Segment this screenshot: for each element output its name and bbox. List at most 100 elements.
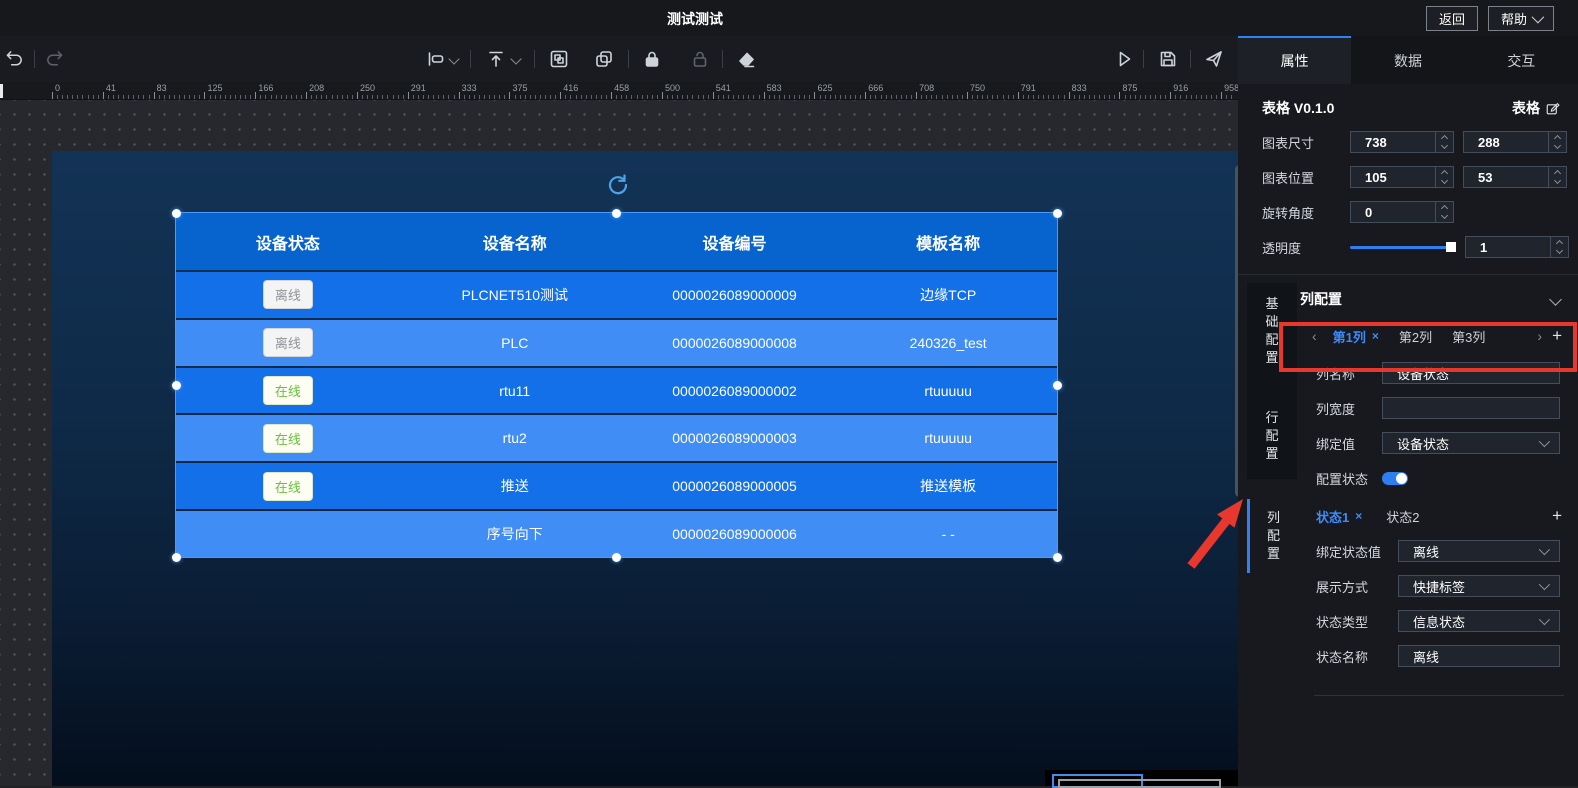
add-column-button[interactable]: + xyxy=(1552,326,1566,346)
preview-play-icon[interactable] xyxy=(1112,47,1136,71)
panel-tab-数据[interactable]: 数据 xyxy=(1351,36,1464,84)
stepper-buttons[interactable] xyxy=(1548,132,1566,152)
template-name-cell: 240326_test xyxy=(839,320,1057,366)
publish-send-icon[interactable] xyxy=(1202,47,1226,71)
undo-icon[interactable] xyxy=(2,47,26,71)
minimap[interactable] xyxy=(1045,770,1240,786)
selection-handle[interactable] xyxy=(612,553,621,562)
chart-width-input[interactable]: 738 xyxy=(1350,131,1454,153)
side-tab-行配置[interactable]: 行配置 xyxy=(1247,409,1297,463)
ruler-tick-label: 541 xyxy=(716,83,731,93)
edit-icon[interactable] xyxy=(1545,101,1560,116)
device-name-cell: 序号向下 xyxy=(400,511,630,557)
add-state-button[interactable]: + xyxy=(1552,506,1566,526)
ruler-minor-tick xyxy=(382,95,383,99)
back-button[interactable]: 返回 xyxy=(1426,6,1478,31)
state-tab-状态2[interactable]: 状态2 xyxy=(1386,507,1419,526)
table-row[interactable]: 离线PLC0000026089000008240326_test xyxy=(176,320,1057,366)
ruler-major-tick xyxy=(52,92,53,99)
ruler-minor-tick xyxy=(504,95,505,99)
chart-x-input[interactable]: 105 xyxy=(1350,166,1454,188)
ruler-minor-tick xyxy=(1191,95,1192,99)
chart-y-input[interactable]: 53 xyxy=(1463,166,1567,188)
stepper-buttons[interactable] xyxy=(1435,167,1453,187)
table-row[interactable]: 在线rtu110000026089000002rtuuuuu xyxy=(176,368,1057,414)
selection-handle[interactable] xyxy=(172,553,181,562)
stepper-buttons[interactable] xyxy=(1548,167,1566,187)
selection-handle[interactable] xyxy=(172,381,181,390)
lock-icon[interactable] xyxy=(640,47,664,71)
eraser-icon[interactable] xyxy=(734,47,758,71)
ruler-minor-tick xyxy=(825,95,826,99)
side-tab-基础配置[interactable]: 基础配置 xyxy=(1247,295,1297,367)
canvas-page[interactable]: 设备状态设备名称设备编号模板名称 离线PLCNET510测试0000026089… xyxy=(52,151,1238,786)
table-header-cell: 设备名称 xyxy=(400,213,630,270)
opacity-slider[interactable] xyxy=(1350,236,1456,258)
chevron-down-icon[interactable] xyxy=(1549,293,1562,306)
opacity-input[interactable]: 1 xyxy=(1465,236,1569,258)
table-row[interactable]: 在线rtu20000026089000003rtuuuuu xyxy=(176,415,1057,461)
tabs-scroll-left-icon[interactable]: ‹ xyxy=(1306,328,1323,344)
workspace[interactable]: 设备状态设备名称设备编号模板名称 离线PLCNET510测试0000026089… xyxy=(0,100,1238,786)
bind-value-select[interactable]: 设备状态 xyxy=(1382,432,1560,454)
stepper-buttons[interactable] xyxy=(1550,237,1568,257)
table-row[interactable]: 序号向下0000026089000006- - xyxy=(176,511,1057,557)
rotate-handle-icon[interactable] xyxy=(605,172,631,198)
chevron-down-icon[interactable] xyxy=(448,53,459,64)
column-tab-第2列[interactable]: 第2列 xyxy=(1399,327,1432,346)
status-cell: 在线 xyxy=(176,368,400,414)
ruler-minor-tick xyxy=(1109,95,1110,99)
status-badge: 离线 xyxy=(263,280,313,309)
selection-handle[interactable] xyxy=(1053,553,1062,562)
status-badge: 在线 xyxy=(263,472,313,501)
ruler-minor-tick xyxy=(189,95,190,99)
selection-handle[interactable] xyxy=(612,209,621,218)
chart-height-input[interactable]: 288 xyxy=(1463,131,1567,153)
bind-state-value-select[interactable]: 离线 xyxy=(1398,540,1560,562)
unlock-icon[interactable] xyxy=(688,47,712,71)
table-row[interactable]: 在线推送0000026089000005推送模板 xyxy=(176,463,1057,509)
panel-tab-属性[interactable]: 属性 xyxy=(1238,36,1351,84)
state-name-input[interactable]: 离线 xyxy=(1398,645,1560,667)
column-config-section-header[interactable]: 列配置 xyxy=(1300,289,1560,309)
save-icon[interactable] xyxy=(1156,47,1180,71)
rotate-angle-input[interactable]: 0 xyxy=(1350,201,1454,223)
column-tab-第1列[interactable]: 第1列× xyxy=(1333,327,1379,346)
ruler-minor-tick xyxy=(637,95,638,99)
ruler-major-tick xyxy=(1221,92,1222,99)
state-type-select[interactable]: 信息状态 xyxy=(1398,610,1560,632)
duplicate-icon[interactable] xyxy=(592,47,616,71)
help-button[interactable]: 帮助 xyxy=(1488,6,1554,31)
table-widget[interactable]: 设备状态设备名称设备编号模板名称 离线PLCNET510测试0000026089… xyxy=(176,213,1057,557)
tabs-scroll-right-icon[interactable]: › xyxy=(1531,326,1552,346)
state-tab-状态1[interactable]: 状态1× xyxy=(1316,507,1362,526)
stepper-buttons[interactable] xyxy=(1435,202,1453,222)
config-state-label: 配置状态 xyxy=(1316,469,1382,488)
widget-type-edit[interactable]: 表格 xyxy=(1512,98,1560,118)
chevron-down-icon[interactable] xyxy=(510,53,521,64)
panel-tab-交互[interactable]: 交互 xyxy=(1465,36,1578,84)
redo-icon[interactable] xyxy=(42,47,66,71)
divider xyxy=(534,50,535,68)
stepper-buttons[interactable] xyxy=(1435,132,1453,152)
chevron-down-icon xyxy=(1539,614,1550,625)
column-width-input[interactable] xyxy=(1382,397,1560,419)
ruler-minor-tick xyxy=(474,95,475,99)
table-row[interactable]: 离线PLCNET510测试0000026089000009边缘TCP xyxy=(176,272,1057,318)
config-state-toggle[interactable] xyxy=(1382,472,1408,485)
close-icon[interactable]: × xyxy=(1372,329,1379,343)
selection-handle[interactable] xyxy=(1053,209,1062,218)
selection-handle[interactable] xyxy=(172,209,181,218)
close-icon[interactable]: × xyxy=(1355,509,1362,523)
column-name-input[interactable]: 设备状态 xyxy=(1382,362,1560,384)
opacity-slider-knob[interactable] xyxy=(1446,242,1456,252)
column-tab-第3列[interactable]: 第3列 xyxy=(1452,327,1485,346)
display-mode-select[interactable]: 快捷标签 xyxy=(1398,575,1560,597)
side-tab-列配置[interactable]: 列配置 xyxy=(1247,499,1297,573)
group-icon[interactable] xyxy=(547,47,571,71)
selection-handle[interactable] xyxy=(1053,381,1062,390)
ruler-minor-tick xyxy=(1028,95,1029,99)
align-left-icon[interactable] xyxy=(424,47,448,71)
align-top-icon[interactable] xyxy=(484,47,508,71)
ruler-minor-tick xyxy=(809,95,810,99)
